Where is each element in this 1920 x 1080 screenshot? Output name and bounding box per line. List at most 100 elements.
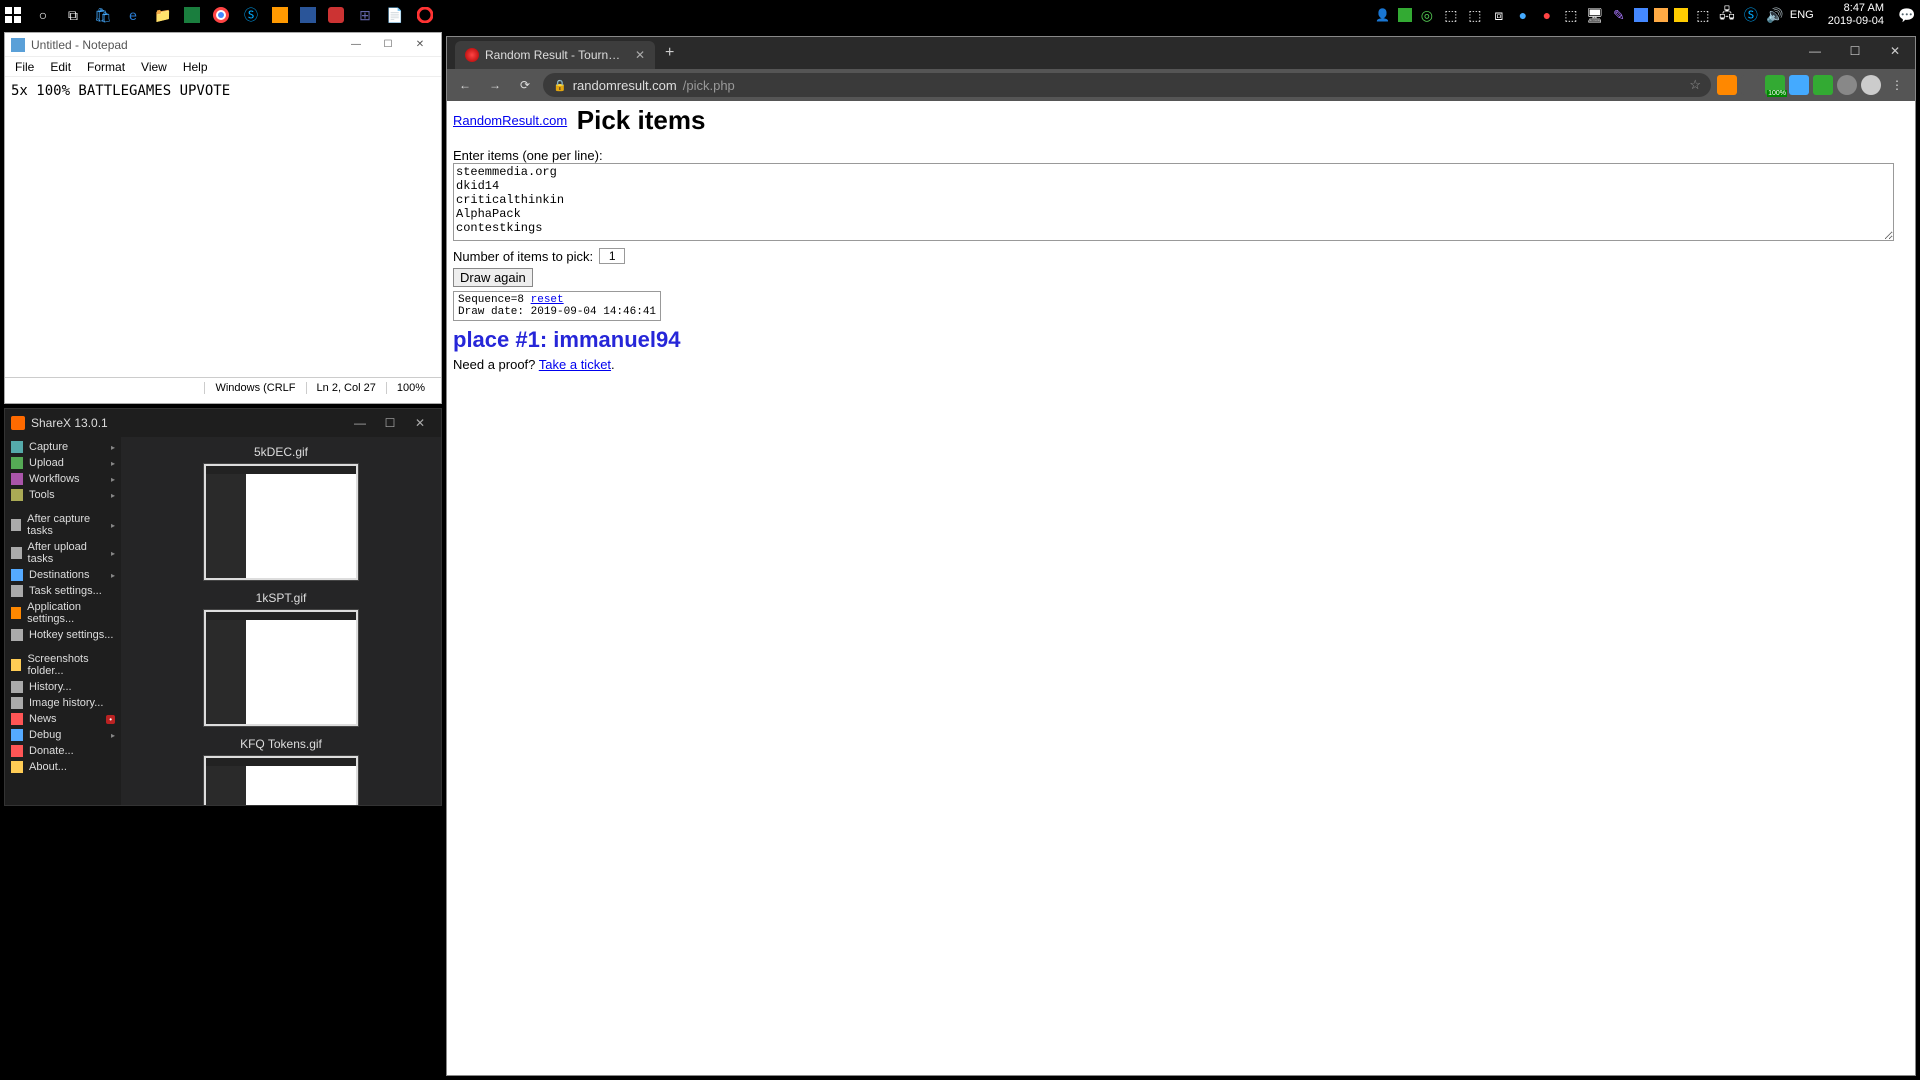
sidebar-item[interactable]: Tools▸ xyxy=(5,487,121,503)
notifications-icon[interactable]: 💬 xyxy=(1898,6,1916,24)
sidebar-item[interactable]: Upload▸ xyxy=(5,455,121,471)
draw-again-button[interactable]: Draw again xyxy=(453,268,533,287)
minimize-button[interactable]: — xyxy=(341,35,371,55)
skype-icon[interactable]: Ⓢ xyxy=(242,6,260,24)
maximize-button[interactable]: ☐ xyxy=(375,412,405,434)
tray-icon[interactable]: ● xyxy=(1538,6,1556,24)
status-cursor: Ln 2, Col 27 xyxy=(306,382,386,394)
tray-icon[interactable] xyxy=(1634,8,1648,22)
opera-icon[interactable] xyxy=(416,6,434,24)
tray-icon[interactable]: ⬚ xyxy=(1442,6,1460,24)
excel-icon[interactable] xyxy=(184,7,200,23)
maximize-button[interactable]: ☐ xyxy=(1835,37,1875,65)
extension-icon[interactable] xyxy=(1837,75,1857,95)
address-bar[interactable]: 🔒 randomresult.com/pick.php ☆ xyxy=(543,73,1711,97)
minimize-button[interactable]: — xyxy=(345,412,375,434)
sidebar-item[interactable]: About... xyxy=(5,759,121,775)
cortana-icon[interactable]: ○ xyxy=(34,6,52,24)
sidebar-item[interactable]: Task settings... xyxy=(5,583,121,599)
tray-volume-icon[interactable]: 🔊 xyxy=(1766,6,1784,24)
sidebar-item[interactable]: History... xyxy=(5,679,121,695)
tray-icon[interactable]: ✎ xyxy=(1610,6,1628,24)
chrome-icon[interactable] xyxy=(212,6,230,24)
tray-icon[interactable]: ⬚ xyxy=(1466,6,1484,24)
system-clock[interactable]: 8:47 AM 2019-09-04 xyxy=(1820,2,1892,28)
extension-icon[interactable] xyxy=(1717,75,1737,95)
browser-tab[interactable]: Random Result - Tournament dra ✕ xyxy=(455,41,655,69)
maximize-button[interactable]: ☐ xyxy=(373,35,403,55)
sidebar-item[interactable]: After capture tasks▸ xyxy=(5,511,121,539)
take-ticket-link[interactable]: Take a ticket xyxy=(539,357,611,372)
sidebar-item[interactable]: Hotkey settings... xyxy=(5,627,121,643)
sidebar-item[interactable]: Workflows▸ xyxy=(5,471,121,487)
sharex-history[interactable]: 5kDEC.gif1kSPT.gifKFQ Tokens.gif xyxy=(121,437,441,805)
extension-icon[interactable] xyxy=(1861,75,1881,95)
word-icon[interactable] xyxy=(300,7,316,23)
extension-icon[interactable] xyxy=(1813,75,1833,95)
menu-view[interactable]: View xyxy=(135,60,173,74)
sidebar-item[interactable]: Screenshots folder... xyxy=(5,651,121,679)
sidebar-item[interactable]: Image history... xyxy=(5,695,121,711)
site-home-link[interactable]: RandomResult.com xyxy=(453,113,567,128)
close-button[interactable]: ✕ xyxy=(405,35,435,55)
tray-people-icon[interactable]: 👤 xyxy=(1374,6,1392,24)
bookmark-star-icon[interactable]: ☆ xyxy=(1689,77,1701,93)
sidebar-item[interactable]: Application settings... xyxy=(5,599,121,627)
app-icon[interactable] xyxy=(328,7,344,23)
edge-icon[interactable]: e xyxy=(124,6,142,24)
tray-network-icon[interactable]: 🖧 xyxy=(1718,6,1736,24)
clock-time: 8:47 AM xyxy=(1828,2,1884,15)
language-indicator[interactable]: ENG xyxy=(1790,9,1814,21)
tray-icon[interactable] xyxy=(1398,8,1412,22)
extension-icon[interactable] xyxy=(1741,75,1761,95)
sidebar-item[interactable]: Capture▸ xyxy=(5,439,121,455)
menu-help[interactable]: Help xyxy=(177,60,214,74)
menu-format[interactable]: Format xyxy=(81,60,131,74)
tray-icon[interactable]: ⬚ xyxy=(1562,6,1580,24)
sharex-sidebar: Capture▸Upload▸Workflows▸Tools▸ After ca… xyxy=(5,437,121,805)
sidebar-item[interactable]: After upload tasks▸ xyxy=(5,539,121,567)
extension-icon[interactable]: 100% xyxy=(1765,75,1785,95)
extension-icon[interactable] xyxy=(1789,75,1809,95)
reload-button[interactable]: ⟳ xyxy=(513,73,537,97)
tray-icon[interactable]: ⬚ xyxy=(1694,6,1712,24)
reset-link[interactable]: reset xyxy=(531,294,564,306)
notepad-editor[interactable]: 5x 100% BATTLEGAMES UPVOTE xyxy=(5,77,441,377)
store-icon[interactable]: 🛍 xyxy=(94,6,112,24)
close-button[interactable]: ✕ xyxy=(1875,37,1915,65)
close-button[interactable]: ✕ xyxy=(405,412,435,434)
start-button[interactable] xyxy=(4,6,22,24)
notepad-icon[interactable]: 📄 xyxy=(386,6,404,24)
num-items-input[interactable] xyxy=(599,248,625,264)
forward-button[interactable]: → xyxy=(483,73,507,97)
sidebar-item[interactable]: Debug▸ xyxy=(5,727,121,743)
menu-file[interactable]: File xyxy=(9,60,40,74)
back-button[interactable]: ← xyxy=(453,73,477,97)
teams-icon[interactable]: ⊞ xyxy=(356,6,374,24)
items-textarea[interactable] xyxy=(453,163,1894,241)
sharex-titlebar[interactable]: ShareX 13.0.1 — ☐ ✕ xyxy=(5,409,441,437)
tray-icon[interactable]: ● xyxy=(1514,6,1532,24)
tab-close-icon[interactable]: ✕ xyxy=(635,48,645,62)
screenshot-thumbnail[interactable] xyxy=(203,755,359,805)
minimize-button[interactable]: — xyxy=(1795,37,1835,65)
screenshot-thumbnail[interactable] xyxy=(203,609,359,727)
sidebar-item[interactable]: Destinations▸ xyxy=(5,567,121,583)
tray-icon[interactable] xyxy=(1654,8,1668,22)
tray-dropbox-icon[interactable]: ⧈ xyxy=(1490,6,1508,24)
screenshot-thumbnail[interactable] xyxy=(203,463,359,581)
tray-skype-icon[interactable]: Ⓢ xyxy=(1742,6,1760,24)
tray-icon[interactable]: 🖥 xyxy=(1586,6,1604,24)
tray-icon[interactable] xyxy=(1674,8,1688,22)
new-tab-button[interactable]: + xyxy=(655,44,684,62)
notepad-titlebar[interactable]: Untitled - Notepad — ☐ ✕ xyxy=(5,33,441,57)
explorer-icon[interactable]: 📁 xyxy=(154,6,172,24)
sidebar-item[interactable]: News• xyxy=(5,711,121,727)
outlook-icon[interactable] xyxy=(272,7,288,23)
chevron-right-icon: ▸ xyxy=(111,491,115,500)
sidebar-item[interactable]: Donate... xyxy=(5,743,121,759)
menu-edit[interactable]: Edit xyxy=(44,60,77,74)
tray-icon[interactable]: ◎ xyxy=(1418,6,1436,24)
chrome-menu-icon[interactable]: ⋮ xyxy=(1885,73,1909,97)
taskview-icon[interactable]: ⧉ xyxy=(64,6,82,24)
